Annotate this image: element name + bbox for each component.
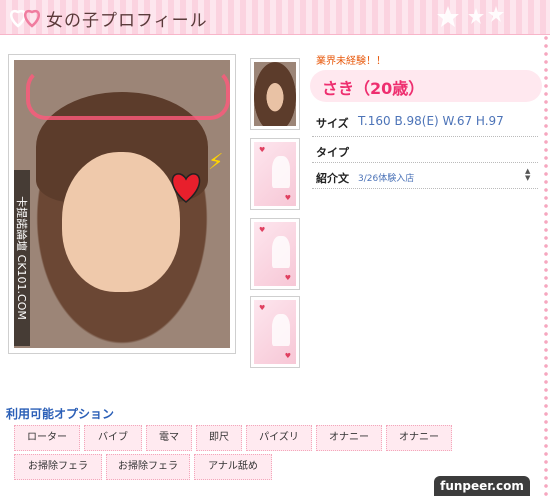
name-banner: さき（20歳） [310,70,542,102]
thumbnail-image [254,62,296,126]
option-tag: お掃除フェラ [14,454,102,480]
intro-label: 紹介文 [316,172,349,185]
option-tag: お掃除フェラ [106,454,190,480]
photo-face [62,152,180,292]
divider [312,136,538,137]
thumbnail-placeholder: ♥ ♥ [254,300,296,364]
size-label: サイズ [316,117,349,130]
option-tag: パイズリ [246,425,312,451]
main-photo-frame: ⚡ 卡提諾論壇 CK101.COM [8,54,236,354]
option-tag: 即尺 [196,425,242,451]
header-banner: 女の子プロフィール [0,0,550,35]
option-tag: バイブ [84,425,142,451]
page-title: 女の子プロフィール [46,11,208,31]
thumbnail-2[interactable]: ♥ ♥ [250,138,300,210]
thumbnail-1[interactable] [250,58,300,130]
thumbnail-3[interactable]: ♥ ♥ [250,218,300,290]
size-value: T.160 B.98(E) W.67 H.97 [358,114,504,128]
profile-note: 業界未経験！！ [316,56,386,67]
divider [312,162,538,163]
intro-value: 3/26体験入店 [358,174,415,184]
dotted-border [542,34,550,496]
option-tag: オナニー [316,425,382,451]
bolt-icon: ⚡ [208,150,224,175]
divider [312,188,538,189]
heart-icon [171,173,201,203]
hearts-icon [10,9,40,28]
thumbnail-placeholder: ♥ ♥ [254,142,296,206]
stars-icon [437,6,504,27]
option-tag: ローター [14,425,80,451]
main-photo[interactable]: ⚡ 卡提諾論壇 CK101.COM [14,60,230,348]
option-tag: オナニー [386,425,452,451]
photo-scribble [26,68,230,120]
type-label: タイプ [316,146,349,159]
intro-scroll-arrows[interactable]: ▲ ▼ [525,168,530,182]
options-title: 利用可能オプション [6,407,115,421]
thumbnail-4[interactable]: ♥ ♥ [250,296,300,368]
site-watermark: funpeer.com [434,476,530,496]
thumbnail-placeholder: ♥ ♥ [254,222,296,286]
profile-name: さき（20歳） [322,79,425,98]
photo-watermark: 卡提諾論壇 CK101.COM [14,170,30,346]
option-tag: 電マ [146,425,192,451]
option-tag: アナル舐め [194,454,272,480]
